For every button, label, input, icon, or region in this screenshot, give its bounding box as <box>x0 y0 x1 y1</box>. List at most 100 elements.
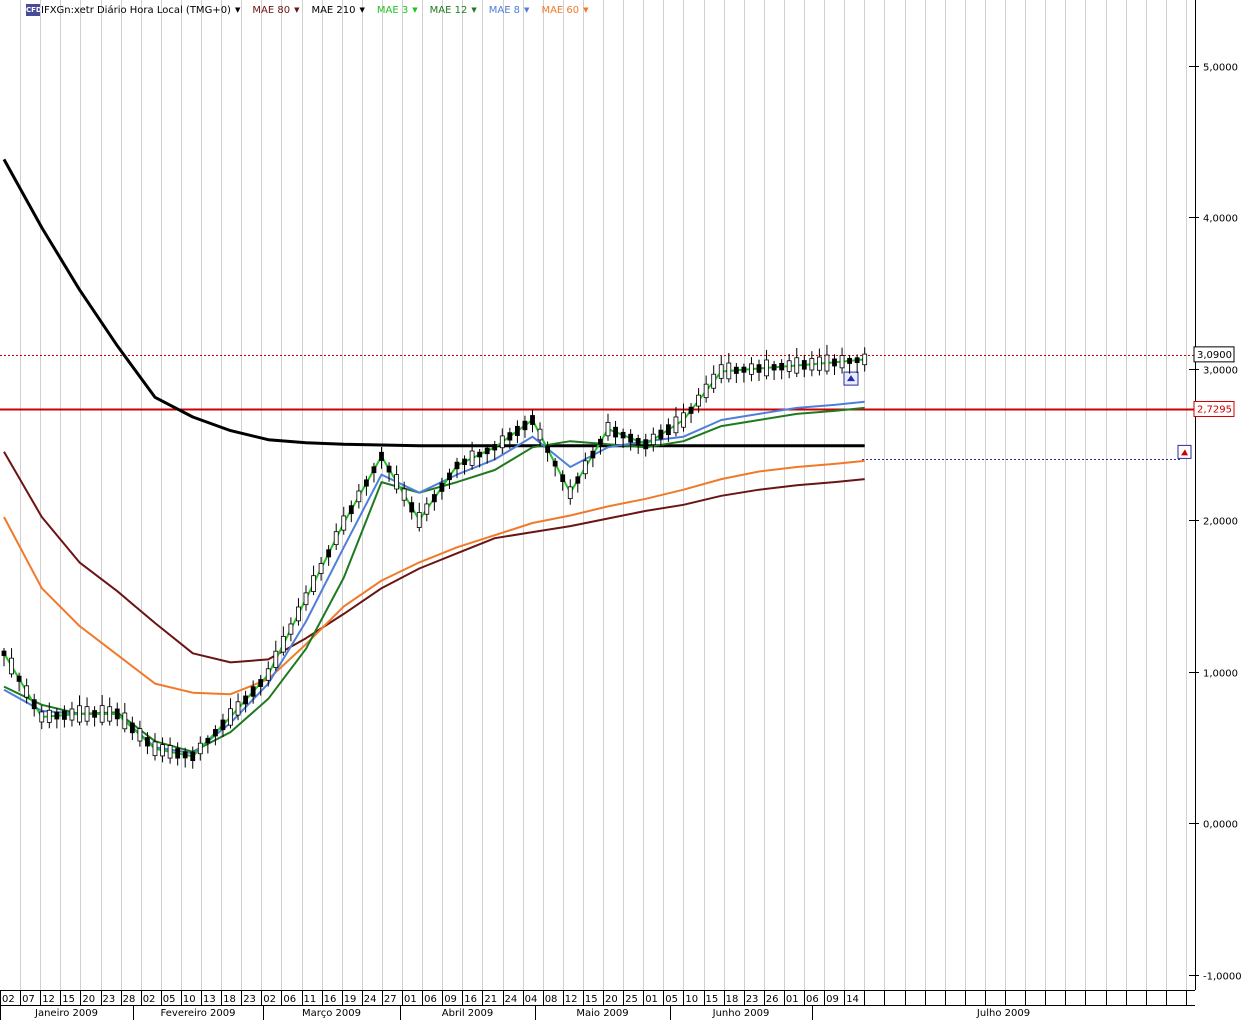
candle-body <box>439 482 445 492</box>
candle-body <box>749 363 754 375</box>
candle-body <box>839 355 845 369</box>
x-tick-label: 18 <box>726 994 739 1005</box>
x-tick-label: 21 <box>484 994 497 1005</box>
candle-body <box>582 460 588 475</box>
month-label: Fevereiro 2009 <box>161 1008 236 1019</box>
x-tick-label: 02 <box>263 994 276 1005</box>
candle-body <box>84 706 90 722</box>
svg-text:3,0900: 3,0900 <box>1197 350 1232 361</box>
x-tick-label: 25 <box>625 994 638 1005</box>
price-chart[interactable]: 5,0000 4,0000 3,0000 2,0000 1,0000 0,0000 -1,0… <box>0 0 1244 1020</box>
candle-body <box>817 356 822 371</box>
chevron-down-icon[interactable]: ▼ <box>524 6 529 14</box>
candle-body <box>552 460 558 467</box>
symbol-title[interactable]: IFXGn:xetr Diário Hora Local (TMG+0) ▼ <box>41 5 240 16</box>
chevron-down-icon[interactable]: ▼ <box>471 6 476 14</box>
candle-body <box>243 695 249 705</box>
candle-body <box>92 710 97 718</box>
month-label: Março 2009 <box>302 1008 361 1019</box>
x-tick-label: 08 <box>545 994 558 1005</box>
candle-body <box>69 708 75 721</box>
x-tick-label: 19 <box>344 994 357 1005</box>
y-tick-label: 0,0000 <box>1203 820 1238 831</box>
x-tick-label: 15 <box>585 994 598 1005</box>
indicator-item[interactable]: MAE 210 ▼ <box>311 5 364 16</box>
y-tick-label: 5,0000 <box>1203 63 1238 74</box>
x-tick-label: 16 <box>464 994 477 1005</box>
x-tick-label: 20 <box>605 994 618 1005</box>
x-tick-label: 13 <box>203 994 216 1005</box>
x-tick-label: 16 <box>324 994 337 1005</box>
x-tick-label: 06 <box>283 994 296 1005</box>
candle-body <box>99 705 105 723</box>
candle-body <box>598 438 603 445</box>
x-tick-label: 09 <box>826 994 839 1005</box>
x-tick-label: 15 <box>62 994 75 1005</box>
chevron-down-icon[interactable]: ▼ <box>294 6 299 14</box>
chevron-down-icon[interactable]: ▼ <box>360 6 365 14</box>
candle-body <box>160 744 165 757</box>
month-label: Julho 2009 <box>976 1008 1030 1019</box>
candle-body <box>567 486 573 500</box>
x-tick-label: 09 <box>444 994 457 1005</box>
candle-body <box>862 353 868 366</box>
x-tick-label: 07 <box>22 994 35 1005</box>
candle-body <box>326 549 332 558</box>
x-tick-label: 23 <box>243 994 256 1005</box>
chevron-down-icon[interactable]: ▼ <box>583 6 588 14</box>
last-price-marker: 3,0900 <box>1193 346 1235 363</box>
candle-body <box>235 701 241 716</box>
x-tick-label: 23 <box>103 994 116 1005</box>
chevron-down-icon[interactable]: ▼ <box>412 6 417 14</box>
indicator-item[interactable]: MAE 8 ▼ <box>489 5 530 16</box>
candle-body <box>613 426 618 438</box>
candle-body <box>801 360 807 370</box>
candle-body <box>537 428 543 441</box>
candle-body <box>114 708 120 720</box>
month-label: Junho 2009 <box>712 1008 770 1019</box>
indicator-item[interactable]: MAE 3 ▼ <box>377 5 418 16</box>
indicator-item[interactable]: MAE 80 ▼ <box>252 5 299 16</box>
candle-body <box>129 722 135 734</box>
indicator-item[interactable]: MAE 12 ▼ <box>430 5 477 16</box>
x-tick-label: 24 <box>505 994 518 1005</box>
candle-body <box>137 728 143 742</box>
candle-body <box>265 668 271 681</box>
candle-body <box>771 364 777 371</box>
candle-body <box>658 429 664 440</box>
candle-body <box>741 366 747 373</box>
candle-body <box>341 515 347 531</box>
candle-body <box>250 686 256 697</box>
indicator-item[interactable]: MAE 60 ▼ <box>541 5 588 16</box>
candle-body <box>258 679 264 687</box>
candle-body <box>650 433 656 446</box>
candle-body <box>703 383 709 399</box>
x-tick-label: 01 <box>786 994 799 1005</box>
candle-body <box>522 420 528 431</box>
candle-body <box>182 751 188 759</box>
candle-body <box>764 359 769 377</box>
candle-body <box>635 437 641 445</box>
x-tick-label: 10 <box>685 994 698 1005</box>
candle-body <box>401 488 407 501</box>
x-tick-label: 10 <box>183 994 196 1005</box>
x-tick-label: 01 <box>645 994 658 1005</box>
x-tick-label: 15 <box>706 994 719 1005</box>
resistance-marker: 2,7295 <box>1193 400 1235 417</box>
candle-body <box>212 729 218 737</box>
candle-body <box>409 502 415 513</box>
chevron-down-icon[interactable]: ▼ <box>235 6 240 14</box>
x-tick-label: 02 <box>143 994 156 1005</box>
x-tick-label: 02 <box>2 994 15 1005</box>
x-tick-label: 05 <box>163 994 176 1005</box>
candle-body <box>77 705 82 723</box>
x-tick-label: 14 <box>846 994 859 1005</box>
candle-body <box>167 745 173 759</box>
candle-body <box>273 650 279 669</box>
candle-body <box>681 412 686 428</box>
candle-body <box>348 505 354 515</box>
x-tick-label: 18 <box>223 994 236 1005</box>
indicator-label: MAE 8 <box>488 4 521 16</box>
candle-body <box>31 699 37 710</box>
x-tick-label: 27 <box>384 994 397 1005</box>
